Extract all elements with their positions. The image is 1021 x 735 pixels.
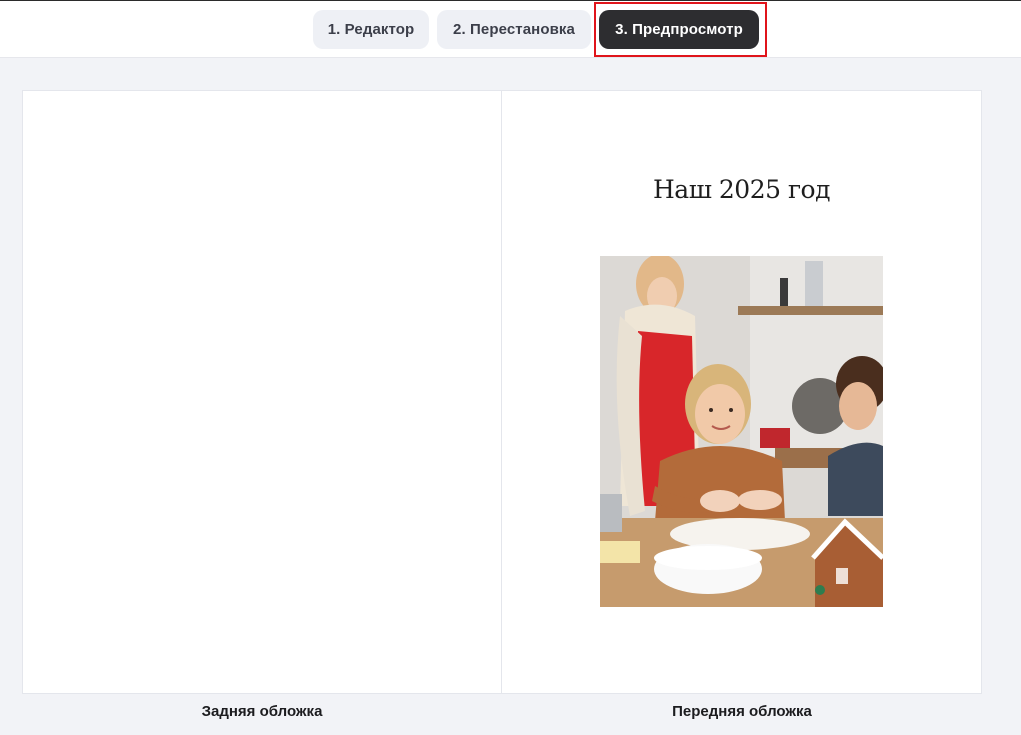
family-baking-photo-image (600, 256, 883, 607)
front-cover-page[interactable]: Наш 2025 год (502, 91, 981, 693)
back-cover-caption: Задняя обложка (201, 703, 323, 720)
book-cover-spread: Наш 2025 год (22, 90, 982, 694)
cover-photo[interactable] (600, 256, 883, 607)
tab-rearrange[interactable]: 2. Перестановка (437, 10, 591, 49)
front-cover-caption: Передняя обложка (672, 703, 812, 720)
cover-title[interactable]: Наш 2025 год (502, 175, 981, 204)
tab-editor[interactable]: 1. Редактор (313, 10, 429, 49)
back-cover-page[interactable] (23, 91, 502, 693)
tab-preview[interactable]: 3. Предпросмотр (599, 10, 759, 49)
top-toolbar: 1. Редактор 2. Перестановка 3. Предпросм… (0, 0, 1021, 58)
